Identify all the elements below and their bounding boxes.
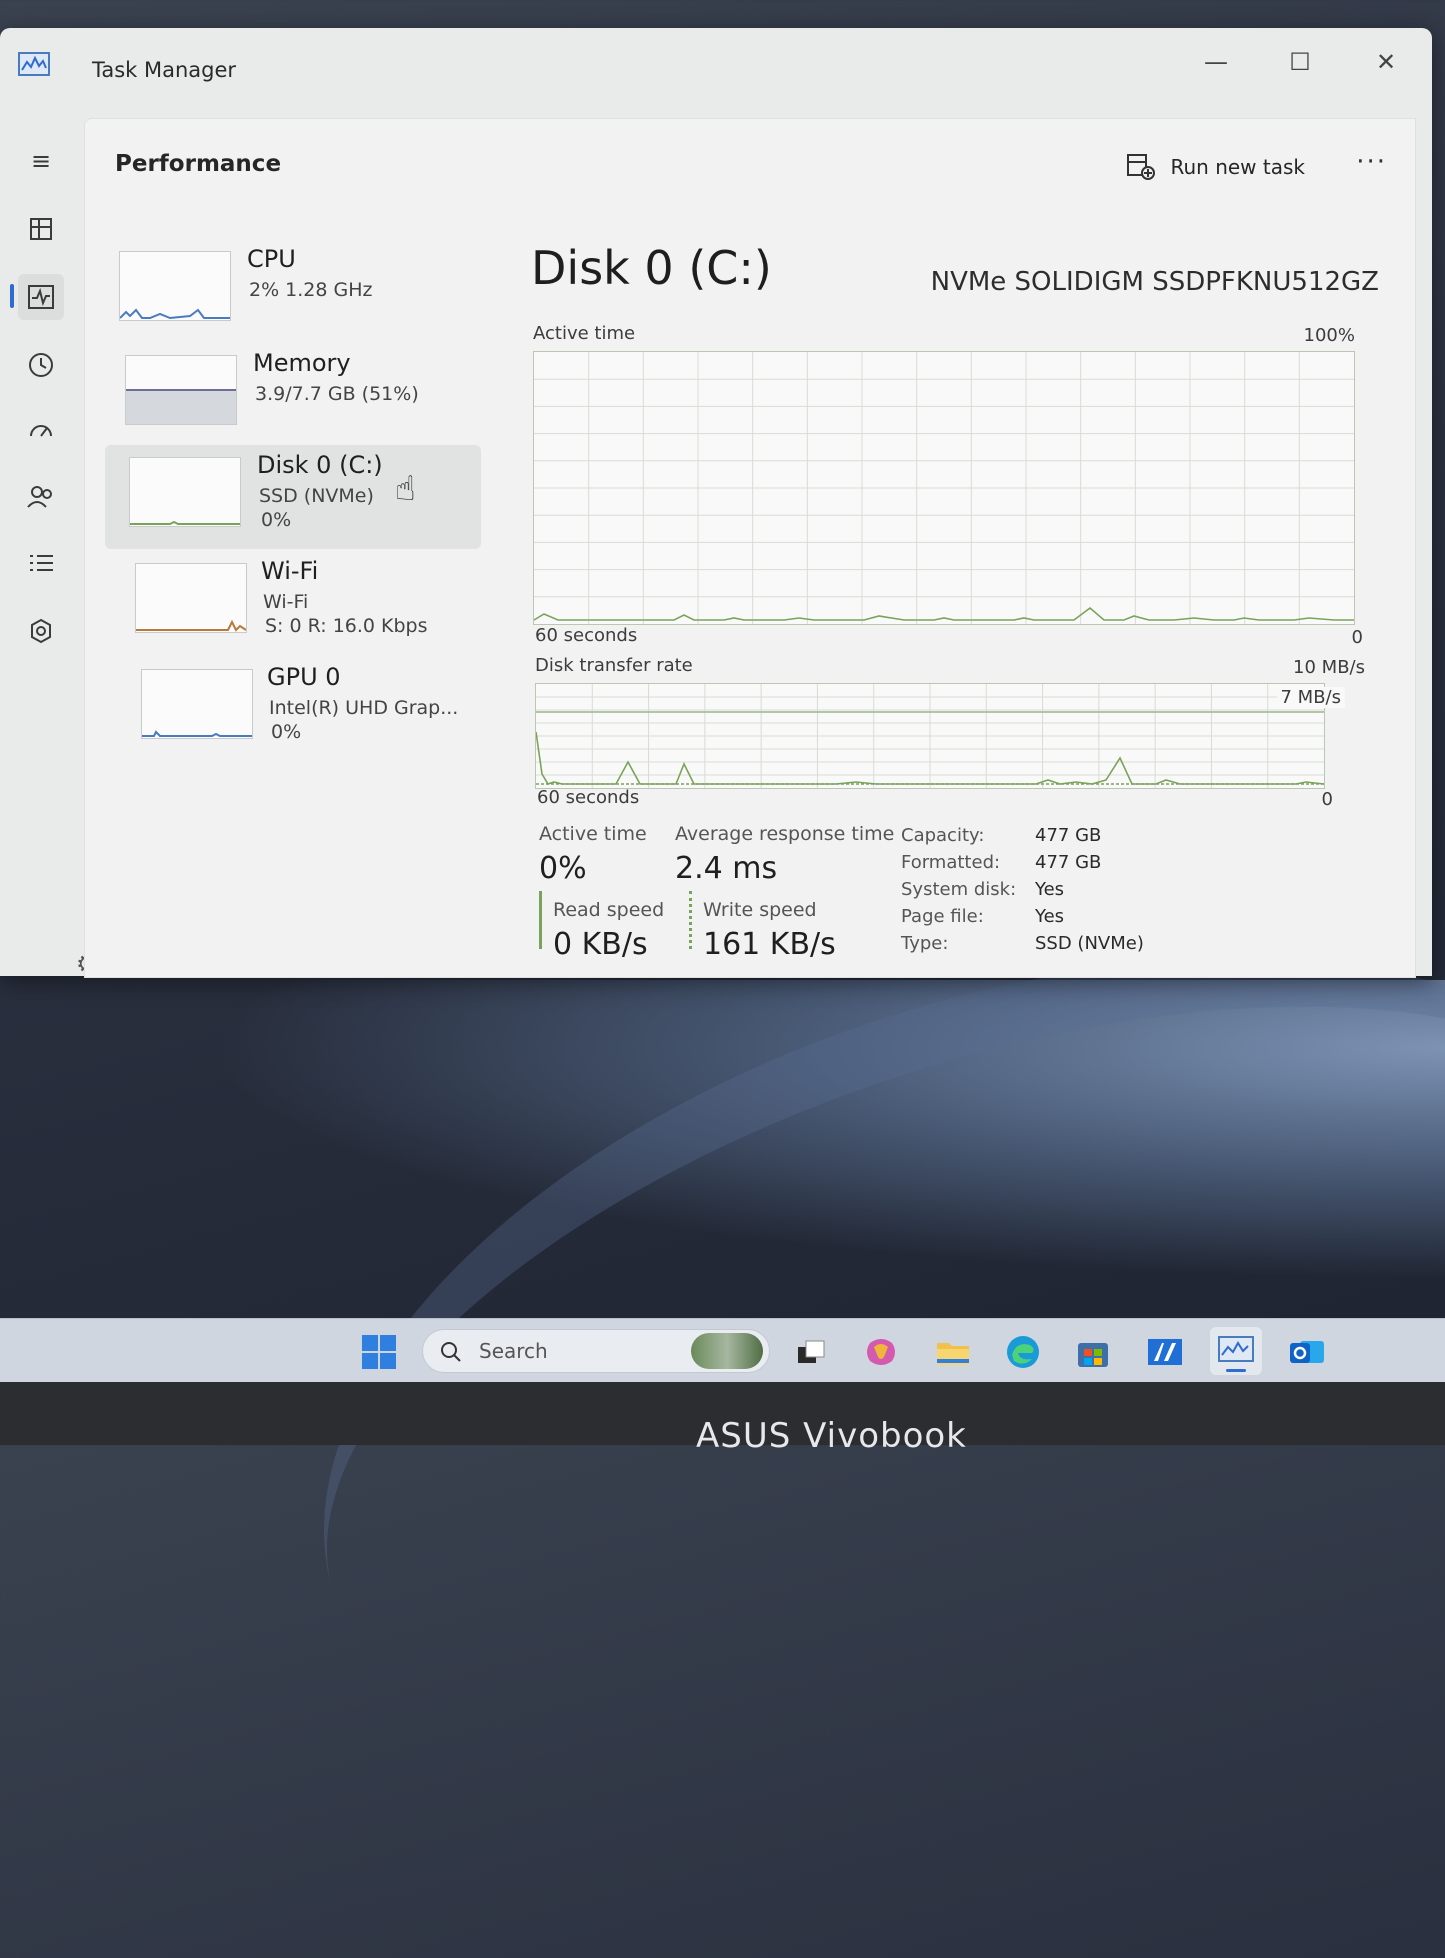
details-icon[interactable] xyxy=(18,540,64,586)
avg-response-value: 2.4 ms xyxy=(675,851,778,886)
maximize-button[interactable]: ☐ xyxy=(1270,42,1330,82)
transfer-rate-graph-label: Disk transfer rate xyxy=(535,655,693,676)
property-label: System disk: xyxy=(901,879,1017,900)
transfer-rate-x-end: 0 xyxy=(1321,789,1333,810)
close-button[interactable]: ✕ xyxy=(1356,42,1416,82)
resource-name: Wi-Fi xyxy=(261,557,319,585)
resource-detail: 3.9/7.7 GB (51%) xyxy=(255,383,419,405)
performance-icon[interactable] xyxy=(18,274,64,320)
minimize-button[interactable]: — xyxy=(1186,42,1246,82)
active-time-graph xyxy=(533,351,1355,625)
avg-response-label: Average response time xyxy=(675,823,895,845)
run-task-icon xyxy=(1127,154,1156,180)
app-history-icon[interactable] xyxy=(18,342,64,388)
search-icon xyxy=(441,1342,461,1362)
task-manager-taskbar-icon[interactable] xyxy=(1210,1327,1262,1375)
disk-thumbnail-graph xyxy=(129,457,241,527)
processes-icon[interactable] xyxy=(18,206,64,252)
write-speed-label: Write speed xyxy=(703,899,817,921)
start-windows-icon[interactable] xyxy=(360,1333,398,1371)
resource-name: Memory xyxy=(253,349,351,377)
resource-memory[interactable]: Memory 3.9/7.7 GB (51%) xyxy=(105,343,481,447)
transfer-rate-graph xyxy=(535,683,1325,789)
myasus-icon[interactable] xyxy=(1146,1333,1184,1371)
resource-detail: SSD (NVMe) xyxy=(259,485,374,507)
file-explorer-icon[interactable] xyxy=(934,1333,972,1371)
laptop-brand-label: ASUS Vivobook xyxy=(696,1416,967,1456)
write-speed-value: 161 KB/s xyxy=(703,927,836,962)
performance-content: Performance Run new task ··· CPU 2% 1.28… xyxy=(84,118,1416,978)
cpu-thumbnail-graph xyxy=(119,251,231,321)
resource-usage: 0% xyxy=(271,721,302,743)
property-value: Yes xyxy=(1035,879,1065,900)
write-speed-legend-bar xyxy=(689,891,692,949)
title-bar: Task Manager — ☐ ✕ xyxy=(0,28,1432,112)
property-value: SSD (NVMe) xyxy=(1035,933,1144,954)
more-options-button[interactable]: ··· xyxy=(1356,147,1387,177)
transfer-rate-max-label: 10 MB/s xyxy=(1293,657,1365,678)
resource-detail: 2% 1.28 GHz xyxy=(249,279,373,301)
resource-name: GPU 0 xyxy=(267,663,341,691)
copilot-icon[interactable] xyxy=(862,1333,900,1371)
disk-model: NVMe SOLIDIGM SSDPFKNU512GZ xyxy=(930,267,1379,297)
transfer-rate-ref-label: 7 MB/s xyxy=(1276,687,1345,708)
edge-browser-icon[interactable] xyxy=(1004,1333,1042,1371)
page-title: Performance xyxy=(115,151,282,177)
property-value: 477 GB xyxy=(1035,825,1102,846)
task-view-icon[interactable] xyxy=(792,1333,830,1371)
memory-thumbnail-graph xyxy=(125,355,237,425)
disk-detail-panel: Disk 0 (C:) NVMe SOLIDIGM SSDPFKNU512GZ … xyxy=(525,231,1385,971)
outlook-icon[interactable] xyxy=(1288,1333,1326,1371)
resource-gpu-0[interactable]: GPU 0 Intel(R) UHD Grap... 0% xyxy=(105,657,481,761)
microsoft-store-icon[interactable] xyxy=(1074,1333,1112,1371)
resource-usage: S: 0 R: 16.0 Kbps xyxy=(265,615,428,637)
wifi-thumbnail-graph xyxy=(135,563,247,633)
resource-detail: Intel(R) UHD Grap... xyxy=(269,697,459,719)
resource-disk-0[interactable]: Disk 0 (C:) SSD (NVMe) 0% ☝ xyxy=(105,445,481,549)
activity-trace xyxy=(534,606,1354,621)
read-speed-value: 0 KB/s xyxy=(553,927,648,962)
search-placeholder: Search xyxy=(479,1339,548,1363)
active-time-max-label: 100% xyxy=(1303,325,1355,346)
services-icon[interactable] xyxy=(18,608,64,654)
running-indicator xyxy=(1226,1369,1246,1372)
property-label: Capacity: xyxy=(901,825,985,846)
window-title: Task Manager xyxy=(92,58,237,82)
active-time-x-label: 60 seconds xyxy=(535,625,638,646)
property-value: 477 GB xyxy=(1035,852,1102,873)
transfer-rate-x-label: 60 seconds xyxy=(537,787,640,808)
active-time-x-end: 0 xyxy=(1351,627,1363,648)
hamburger-menu-icon[interactable]: ≡ xyxy=(18,138,64,184)
read-speed-label: Read speed xyxy=(553,899,665,921)
run-new-task-button[interactable]: Run new task xyxy=(1126,153,1305,181)
gpu-thumbnail-graph xyxy=(141,669,253,739)
active-time-graph-label: Active time xyxy=(533,323,636,344)
property-label: Type: xyxy=(901,933,949,954)
taskbar: Search xyxy=(0,1318,1445,1383)
property-label: Formatted: xyxy=(901,852,1001,873)
task-manager-window: Task Manager — ☐ ✕ ≡ ⚙ Performanc xyxy=(0,28,1432,978)
page-header: Performance Run new task ··· xyxy=(85,119,1415,211)
resource-detail: Wi-Fi xyxy=(263,591,309,613)
resource-name: CPU xyxy=(247,245,296,273)
users-icon[interactable] xyxy=(18,474,64,520)
active-time-stat-value: 0% xyxy=(539,851,587,886)
active-nav-indicator xyxy=(10,284,14,308)
read-speed-legend-bar xyxy=(539,891,542,949)
search-highlight-image xyxy=(691,1333,763,1369)
property-label: Page file: xyxy=(901,906,984,927)
resource-usage: 0% xyxy=(261,509,292,531)
resource-cpu[interactable]: CPU 2% 1.28 GHz xyxy=(105,239,481,343)
resource-name: Disk 0 (C:) xyxy=(257,451,383,479)
resource-wifi[interactable]: Wi-Fi Wi-Fi S: 0 R: 16.0 Kbps xyxy=(105,551,481,655)
disk-title: Disk 0 (C:) xyxy=(531,241,772,295)
task-manager-app-icon xyxy=(18,52,50,76)
startup-apps-icon[interactable] xyxy=(18,408,64,454)
navigation-rail: ≡ xyxy=(0,112,86,976)
property-value: Yes xyxy=(1035,906,1065,927)
active-time-stat-label: Active time xyxy=(539,823,647,845)
hand-cursor-icon: ☝ xyxy=(395,469,416,509)
taskbar-search-box[interactable]: Search xyxy=(422,1329,770,1373)
run-new-task-label: Run new task xyxy=(1170,155,1305,179)
